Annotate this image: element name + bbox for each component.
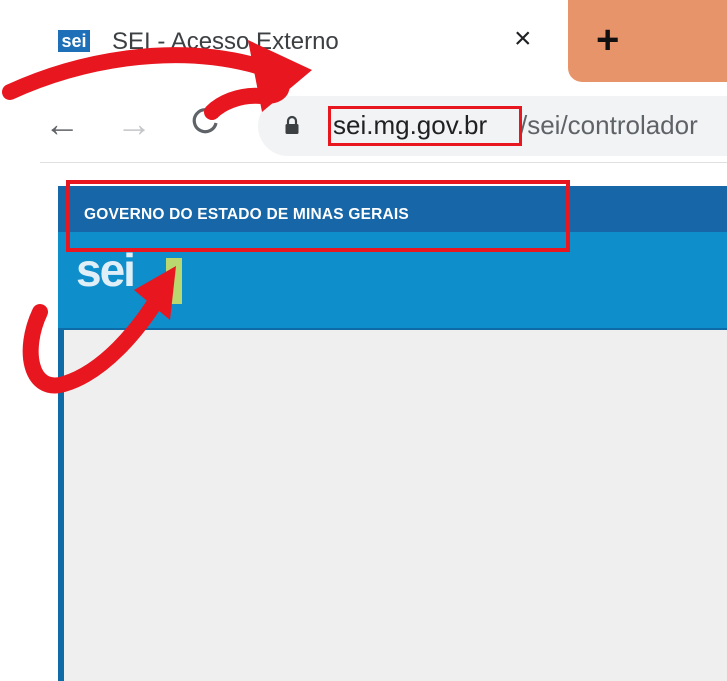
sei-favicon-icon: sei — [58, 30, 90, 52]
new-tab-area — [568, 0, 727, 82]
new-tab-button[interactable]: + — [596, 20, 619, 60]
toolbar-divider — [40, 162, 727, 163]
page-body — [64, 330, 727, 681]
sei-logo-accent-bar — [166, 258, 182, 304]
reload-icon[interactable] — [188, 104, 222, 143]
close-tab-icon[interactable]: × — [514, 24, 532, 54]
url-path: /sei/controlador — [520, 110, 698, 140]
tab-title: SEI - Acesso Externo — [112, 28, 339, 55]
government-header-highlight-box — [66, 180, 570, 252]
back-arrow-icon[interactable]: ← — [44, 106, 80, 142]
lock-icon — [284, 115, 300, 140]
url-host-highlight-box — [328, 106, 522, 146]
forward-arrow-icon[interactable]: → — [116, 106, 152, 142]
